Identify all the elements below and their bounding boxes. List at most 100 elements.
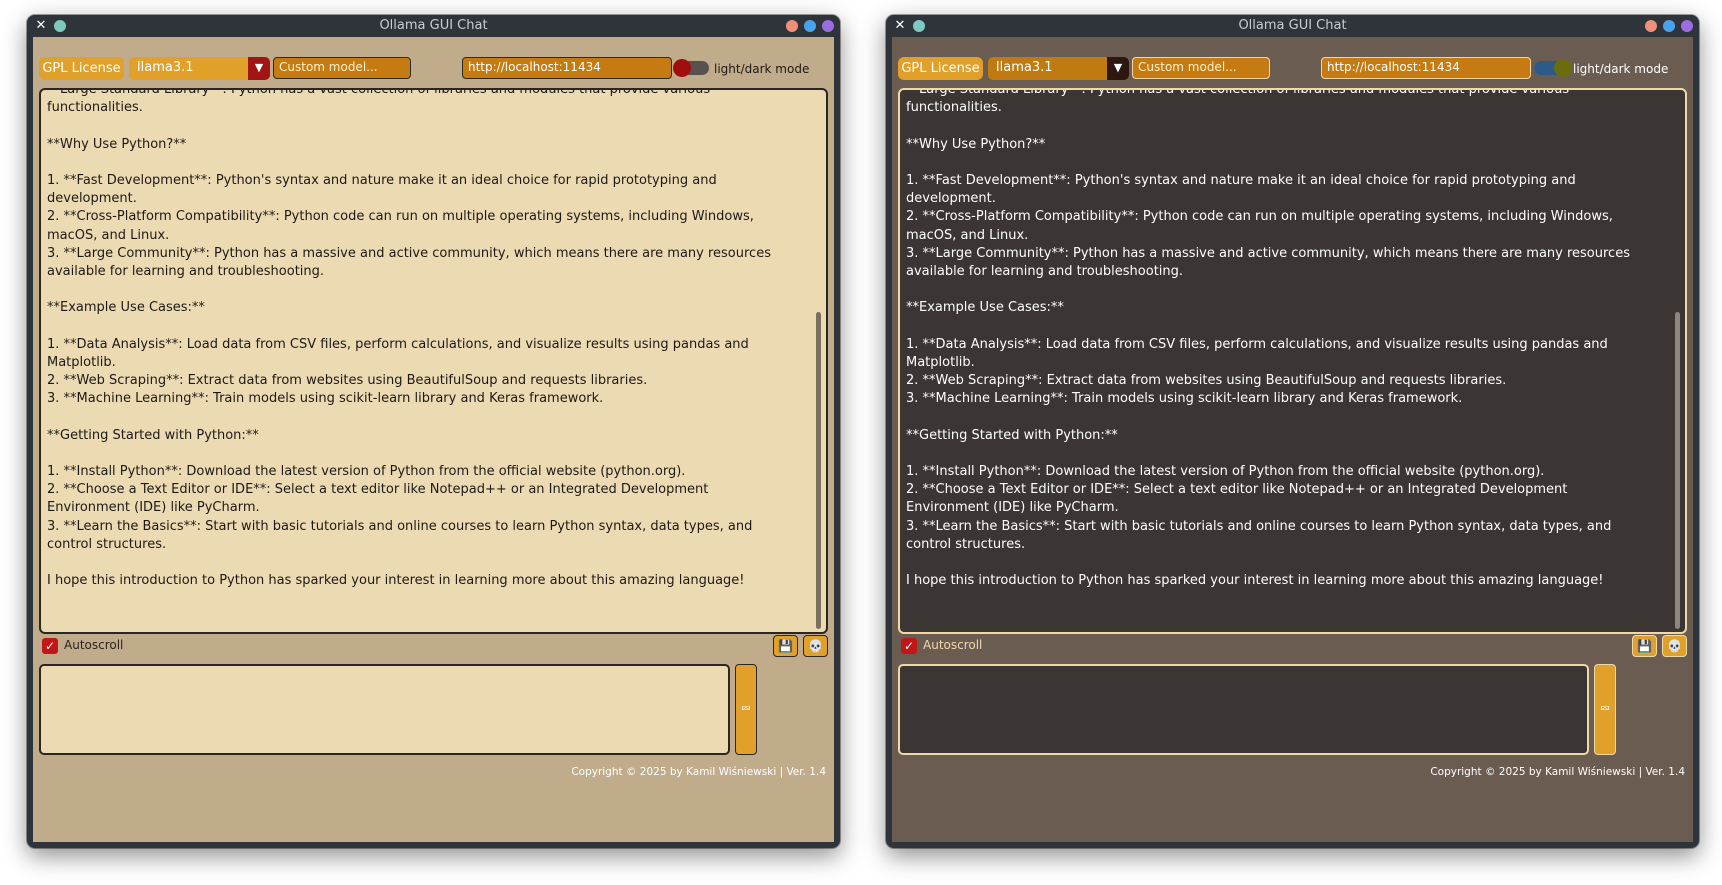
scrollbar-thumb[interactable]	[1675, 312, 1680, 629]
chat-line	[47, 554, 809, 572]
chat-line: **Large Standard Library**: Python has a…	[906, 88, 1570, 97]
theme-toggle[interactable]	[1534, 59, 1572, 77]
chat-line: 3. **Learn the Basics**: Start with basi…	[47, 518, 753, 534]
window-title: Ollama GUI Chat	[379, 18, 488, 33]
chat-line: **Large Standard Library**: Python has a…	[47, 88, 711, 97]
theme-toggle-label: light/dark mode	[1573, 62, 1669, 76]
chat-line: 3. **Large Community**: Python has a mas…	[47, 245, 771, 261]
send-button[interactable]: ⮹	[1594, 664, 1616, 755]
chevron-down-icon[interactable]: ▼	[1107, 57, 1129, 80]
chat-text: **Large Standard Library**: Python has a…	[906, 88, 1668, 590]
window-title: Ollama GUI Chat	[1238, 18, 1347, 33]
footer-copyright: Copyright © 2025 by Kamil Wiśniewski | V…	[1430, 766, 1685, 778]
skull-icon: 💀	[1667, 639, 1682, 653]
chat-history[interactable]: **Large Standard Library**: Python has a…	[39, 88, 828, 634]
stop-button[interactable]: 💀	[803, 635, 828, 657]
host-url-input[interactable]: http://localhost:11434	[1321, 57, 1531, 79]
model-select-value: llama3.1	[137, 60, 194, 75]
chat-line	[47, 317, 809, 335]
message-input[interactable]	[39, 664, 730, 755]
toggle-knob	[1554, 59, 1572, 77]
autoscroll-label: Autoscroll	[923, 638, 983, 652]
chat-line: **Getting Started with Python:**	[47, 427, 259, 443]
chat-line: control structures.	[47, 536, 167, 552]
chat-line: 1. **Data Analysis**: Load data from CSV…	[47, 336, 749, 352]
chat-line	[47, 281, 809, 299]
model-select-value: llama3.1	[996, 60, 1053, 75]
chat-line: control structures.	[906, 536, 1026, 552]
maximize-button[interactable]	[804, 20, 816, 32]
chat-line: 1. **Fast Development**: Python's syntax…	[47, 172, 717, 188]
chat-line: **Getting Started with Python:**	[906, 427, 1118, 443]
chat-line: **Why Use Python?**	[47, 136, 187, 152]
chat-line	[906, 154, 1668, 172]
chat-line: macOS, and Linux.	[906, 227, 1029, 243]
chat-line: Matplotlib.	[906, 354, 975, 370]
host-url-input[interactable]: http://localhost:11434	[462, 57, 672, 79]
chat-line	[906, 445, 1668, 463]
custom-model-input[interactable]: Custom model...	[1132, 57, 1270, 79]
chat-line	[47, 154, 809, 172]
chat-line: available for learning and troubleshooti…	[906, 263, 1184, 279]
autoscroll-label: Autoscroll	[64, 638, 124, 652]
chat-line: **Example Use Cases:**	[47, 300, 205, 316]
chat-line: 2. **Web Scraping**: Extract data from w…	[906, 373, 1507, 388]
chat-line: Environment (IDE) like PyCharm.	[47, 500, 260, 516]
chat-line	[906, 117, 1668, 135]
custom-model-input[interactable]: Custom model...	[273, 57, 411, 79]
chat-line: macOS, and Linux.	[47, 227, 170, 243]
chat-line	[47, 117, 809, 135]
minimize-button[interactable]	[1645, 20, 1657, 32]
save-button[interactable]: 💾	[1632, 635, 1657, 657]
close-button[interactable]	[822, 20, 834, 32]
chat-line: Matplotlib.	[47, 354, 116, 370]
chat-line: Environment (IDE) like PyCharm.	[906, 500, 1119, 516]
app-window-light: ✕ Ollama GUI Chat GPL License llama3.1 ▼…	[27, 15, 840, 848]
chat-line: 1. **Data Analysis**: Load data from CSV…	[906, 336, 1608, 352]
license-button[interactable]: GPL License	[39, 57, 124, 80]
message-input[interactable]	[898, 664, 1589, 755]
chat-line	[906, 317, 1668, 335]
app-window-dark: ✕ Ollama GUI Chat GPL License llama3.1 ▼…	[886, 15, 1699, 848]
chat-line: 1. **Fast Development**: Python's syntax…	[906, 172, 1576, 188]
close-button[interactable]	[1681, 20, 1693, 32]
chat-line: 1. **Install Python**: Download the late…	[906, 463, 1545, 479]
chat-line	[47, 408, 809, 426]
window-titlebar[interactable]: ✕ Ollama GUI Chat	[27, 15, 840, 37]
autoscroll-checkbox[interactable]: ✓	[901, 638, 917, 654]
chat-text: **Large Standard Library**: Python has a…	[47, 88, 809, 590]
chat-line: development.	[906, 191, 996, 207]
model-select[interactable]: llama3.1 ▼	[988, 57, 1129, 80]
save-button[interactable]: 💾	[773, 635, 798, 657]
chat-line: 2. **Cross-Platform Compatibility**: Pyt…	[47, 209, 754, 225]
chat-line: **Why Use Python?**	[906, 136, 1046, 152]
chat-line: 2. **Choose a Text Editor or IDE**: Sele…	[906, 482, 1568, 498]
chevron-down-icon[interactable]: ▼	[248, 57, 270, 80]
theme-toggle[interactable]	[673, 59, 709, 77]
chat-line: functionalities.	[47, 100, 143, 116]
chat-line	[906, 408, 1668, 426]
window-titlebar[interactable]: ✕ Ollama GUI Chat	[886, 15, 1699, 37]
theme-toggle-label: light/dark mode	[714, 62, 810, 76]
chat-line: development.	[47, 191, 137, 207]
chat-line: 2. **Web Scraping**: Extract data from w…	[47, 373, 648, 388]
chat-line: I hope this introduction to Python has s…	[47, 573, 745, 589]
license-button[interactable]: GPL License	[898, 57, 983, 80]
stop-button[interactable]: 💀	[1662, 635, 1687, 657]
minimize-button[interactable]	[786, 20, 798, 32]
chat-history[interactable]: **Large Standard Library**: Python has a…	[898, 88, 1687, 634]
send-button[interactable]: ⮹	[735, 664, 757, 755]
chat-line: 3. **Machine Learning**: Train models us…	[906, 391, 1463, 407]
autoscroll-checkbox[interactable]: ✓	[42, 638, 58, 654]
send-icon: ⮹	[740, 702, 752, 717]
maximize-button[interactable]	[1663, 20, 1675, 32]
save-icon: 💾	[778, 639, 793, 653]
scrollbar-thumb[interactable]	[816, 312, 821, 629]
save-icon: 💾	[1637, 639, 1652, 653]
footer-copyright: Copyright © 2025 by Kamil Wiśniewski | V…	[571, 766, 826, 778]
model-select[interactable]: llama3.1 ▼	[129, 57, 270, 80]
chat-line	[906, 281, 1668, 299]
toggle-knob	[673, 59, 691, 77]
send-icon: ⮹	[1599, 702, 1611, 717]
chat-line: **Example Use Cases:**	[906, 300, 1064, 316]
